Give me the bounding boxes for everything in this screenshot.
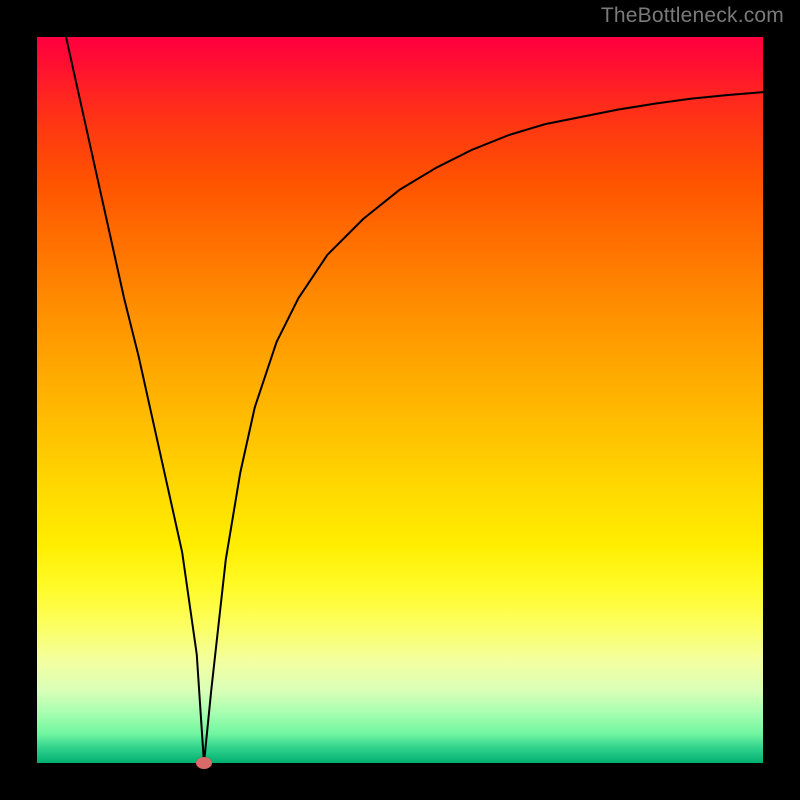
- plot-area: [37, 37, 763, 763]
- curve-svg: [37, 37, 763, 763]
- bottleneck-curve-path: [66, 37, 763, 763]
- watermark-text: TheBottleneck.com: [601, 4, 784, 28]
- chart-frame: TheBottleneck.com: [0, 0, 800, 800]
- optimal-point-marker: [196, 757, 212, 769]
